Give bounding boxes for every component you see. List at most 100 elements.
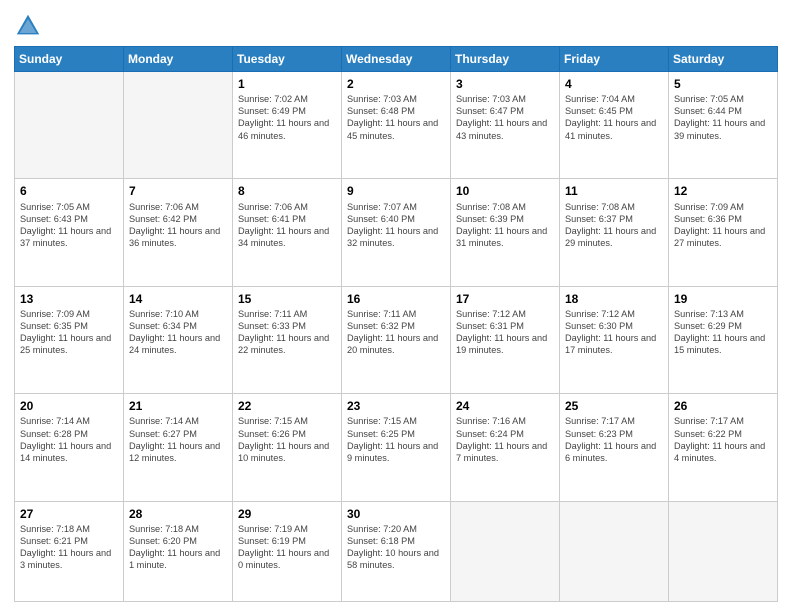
calendar-cell: 26Sunrise: 7:17 AMSunset: 6:22 PMDayligh…	[669, 394, 778, 501]
calendar-cell	[451, 501, 560, 601]
calendar-cell: 28Sunrise: 7:18 AMSunset: 6:20 PMDayligh…	[124, 501, 233, 601]
calendar-cell: 17Sunrise: 7:12 AMSunset: 6:31 PMDayligh…	[451, 286, 560, 393]
calendar-cell: 1Sunrise: 7:02 AMSunset: 6:49 PMDaylight…	[233, 72, 342, 179]
calendar-cell: 21Sunrise: 7:14 AMSunset: 6:27 PMDayligh…	[124, 394, 233, 501]
calendar-cell: 7 Sunrise: 7:06 AMSunset: 6:42 PMDaylight…	[124, 179, 233, 286]
day-info: Sunrise: 7:11 AMSunset: 6:33 PMDaylight:…	[238, 308, 336, 357]
day-info: Sunrise: 7:12 AMSunset: 6:30 PMDaylight:…	[565, 308, 663, 357]
day-info: Sunrise: 7:05 AMSunset: 6:43 PMDaylight:…	[20, 201, 118, 250]
calendar-cell: 12 Sunrise: 7:09 AMSunset: 6:36 PMDayligh…	[669, 179, 778, 286]
day-info: Sunrise: 7:15 AMSunset: 6:26 PMDaylight:…	[238, 415, 336, 464]
day-number: 12	[674, 183, 772, 199]
day-number: 13	[20, 291, 118, 307]
day-header-monday: Monday	[124, 47, 233, 72]
day-number: 24	[456, 398, 554, 414]
day-info: Sunrise: 7:16 AMSunset: 6:24 PMDaylight:…	[456, 415, 554, 464]
day-info: Sunrise: 7:13 AMSunset: 6:29 PMDaylight:…	[674, 308, 772, 357]
calendar-cell: 27Sunrise: 7:18 AMSunset: 6:21 PMDayligh…	[15, 501, 124, 601]
calendar-header-row: SundayMondayTuesdayWednesdayThursdayFrid…	[15, 47, 778, 72]
day-info: Sunrise: 7:18 AMSunset: 6:21 PMDaylight:…	[20, 523, 118, 572]
calendar-cell: 3Sunrise: 7:03 AMSunset: 6:47 PMDaylight…	[451, 72, 560, 179]
day-number: 30	[347, 506, 445, 522]
day-number: 25	[565, 398, 663, 414]
day-number: 29	[238, 506, 336, 522]
day-number: 19	[674, 291, 772, 307]
day-header-thursday: Thursday	[451, 47, 560, 72]
calendar-cell	[15, 72, 124, 179]
calendar-cell: 10Sunrise: 7:08 AMSunset: 6:39 PMDayligh…	[451, 179, 560, 286]
calendar-cell: 8 Sunrise: 7:06 AMSunset: 6:41 PMDaylight…	[233, 179, 342, 286]
day-number: 10	[456, 183, 554, 199]
day-info: Sunrise: 7:20 AMSunset: 6:18 PMDaylight:…	[347, 523, 445, 572]
calendar-cell: 24Sunrise: 7:16 AMSunset: 6:24 PMDayligh…	[451, 394, 560, 501]
day-number: 23	[347, 398, 445, 414]
day-header-friday: Friday	[560, 47, 669, 72]
calendar-cell: 29Sunrise: 7:19 AMSunset: 6:19 PMDayligh…	[233, 501, 342, 601]
calendar-cell: 22Sunrise: 7:15 AMSunset: 6:26 PMDayligh…	[233, 394, 342, 501]
page: SundayMondayTuesdayWednesdayThursdayFrid…	[0, 0, 792, 612]
day-info: Sunrise: 7:14 AMSunset: 6:28 PMDaylight:…	[20, 415, 118, 464]
day-number: 20	[20, 398, 118, 414]
day-number: 7	[129, 183, 227, 199]
day-info: Sunrise: 7:17 AMSunset: 6:23 PMDaylight:…	[565, 415, 663, 464]
calendar-cell	[124, 72, 233, 179]
calendar-table: SundayMondayTuesdayWednesdayThursdayFrid…	[14, 46, 778, 602]
day-number: 4	[565, 76, 663, 92]
week-row-4: 20Sunrise: 7:14 AMSunset: 6:28 PMDayligh…	[15, 394, 778, 501]
day-info: Sunrise: 7:09 AMSunset: 6:36 PMDaylight:…	[674, 201, 772, 250]
day-info: Sunrise: 7:06 AMSunset: 6:42 PMDaylight:…	[129, 201, 227, 250]
day-number: 8	[238, 183, 336, 199]
calendar-cell: 14Sunrise: 7:10 AMSunset: 6:34 PMDayligh…	[124, 286, 233, 393]
day-info: Sunrise: 7:09 AMSunset: 6:35 PMDaylight:…	[20, 308, 118, 357]
day-info: Sunrise: 7:04 AMSunset: 6:45 PMDaylight:…	[565, 93, 663, 142]
day-number: 18	[565, 291, 663, 307]
day-info: Sunrise: 7:10 AMSunset: 6:34 PMDaylight:…	[129, 308, 227, 357]
day-info: Sunrise: 7:06 AMSunset: 6:41 PMDaylight:…	[238, 201, 336, 250]
calendar-cell: 30Sunrise: 7:20 AMSunset: 6:18 PMDayligh…	[342, 501, 451, 601]
day-number: 3	[456, 76, 554, 92]
day-header-tuesday: Tuesday	[233, 47, 342, 72]
day-info: Sunrise: 7:03 AMSunset: 6:48 PMDaylight:…	[347, 93, 445, 142]
calendar-cell: 5Sunrise: 7:05 AMSunset: 6:44 PMDaylight…	[669, 72, 778, 179]
day-info: Sunrise: 7:05 AMSunset: 6:44 PMDaylight:…	[674, 93, 772, 142]
day-number: 5	[674, 76, 772, 92]
calendar-cell: 13Sunrise: 7:09 AMSunset: 6:35 PMDayligh…	[15, 286, 124, 393]
day-number: 14	[129, 291, 227, 307]
day-info: Sunrise: 7:12 AMSunset: 6:31 PMDaylight:…	[456, 308, 554, 357]
calendar-cell: 19Sunrise: 7:13 AMSunset: 6:29 PMDayligh…	[669, 286, 778, 393]
day-number: 27	[20, 506, 118, 522]
week-row-5: 27Sunrise: 7:18 AMSunset: 6:21 PMDayligh…	[15, 501, 778, 601]
day-number: 16	[347, 291, 445, 307]
calendar-cell: 11Sunrise: 7:08 AMSunset: 6:37 PMDayligh…	[560, 179, 669, 286]
calendar-cell: 6 Sunrise: 7:05 AMSunset: 6:43 PMDaylight…	[15, 179, 124, 286]
calendar-cell	[560, 501, 669, 601]
day-info: Sunrise: 7:07 AMSunset: 6:40 PMDaylight:…	[347, 201, 445, 250]
week-row-2: 6 Sunrise: 7:05 AMSunset: 6:43 PMDaylight…	[15, 179, 778, 286]
calendar-cell: 4Sunrise: 7:04 AMSunset: 6:45 PMDaylight…	[560, 72, 669, 179]
week-row-1: 1Sunrise: 7:02 AMSunset: 6:49 PMDaylight…	[15, 72, 778, 179]
day-number: 6	[20, 183, 118, 199]
day-number: 22	[238, 398, 336, 414]
calendar-cell: 18Sunrise: 7:12 AMSunset: 6:30 PMDayligh…	[560, 286, 669, 393]
day-number: 26	[674, 398, 772, 414]
day-number: 21	[129, 398, 227, 414]
logo	[14, 12, 46, 40]
calendar-cell: 20Sunrise: 7:14 AMSunset: 6:28 PMDayligh…	[15, 394, 124, 501]
calendar-cell	[669, 501, 778, 601]
day-number: 11	[565, 183, 663, 199]
day-header-saturday: Saturday	[669, 47, 778, 72]
day-info: Sunrise: 7:19 AMSunset: 6:19 PMDaylight:…	[238, 523, 336, 572]
day-info: Sunrise: 7:11 AMSunset: 6:32 PMDaylight:…	[347, 308, 445, 357]
day-info: Sunrise: 7:02 AMSunset: 6:49 PMDaylight:…	[238, 93, 336, 142]
day-number: 1	[238, 76, 336, 92]
calendar-cell: 23Sunrise: 7:15 AMSunset: 6:25 PMDayligh…	[342, 394, 451, 501]
day-header-wednesday: Wednesday	[342, 47, 451, 72]
calendar-cell: 16Sunrise: 7:11 AMSunset: 6:32 PMDayligh…	[342, 286, 451, 393]
week-row-3: 13Sunrise: 7:09 AMSunset: 6:35 PMDayligh…	[15, 286, 778, 393]
day-number: 17	[456, 291, 554, 307]
day-info: Sunrise: 7:14 AMSunset: 6:27 PMDaylight:…	[129, 415, 227, 464]
calendar-cell: 2Sunrise: 7:03 AMSunset: 6:48 PMDaylight…	[342, 72, 451, 179]
header	[14, 12, 778, 40]
day-number: 2	[347, 76, 445, 92]
day-number: 9	[347, 183, 445, 199]
